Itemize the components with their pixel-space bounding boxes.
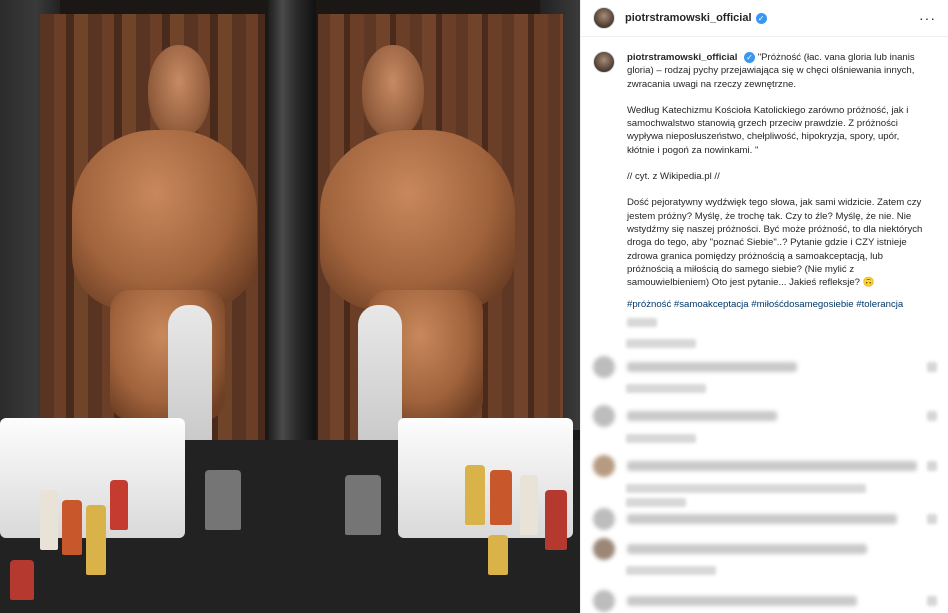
bottle [488,535,508,575]
blurred-meta [626,434,696,443]
comment-text-blurred [627,461,917,471]
comment-text-blurred [627,544,867,554]
comment-row [581,538,948,560]
blurred-timestamp [627,317,657,327]
person-torso [72,130,257,310]
commenter-avatar[interactable] [593,508,615,530]
caption: piotrstramowski_official ✓ "Próżność (ła… [581,37,948,333]
bottle [110,480,128,530]
bottle [62,500,82,555]
toothbrush-cup [205,470,241,530]
reflection-torso [320,130,515,310]
ellipsis-icon[interactable]: ··· [919,10,936,26]
bottle [40,490,58,550]
caption-avatar[interactable] [593,51,615,73]
verified-badge-icon: ✓ [744,51,756,63]
username-link[interactable]: piotrstramowski_official [625,12,752,24]
person-head [148,45,210,137]
heart-icon[interactable] [927,461,937,471]
comment-text-blurred [627,596,857,606]
comment-text-blurred [627,362,797,372]
blurred-meta [626,339,696,348]
blurred-meta [626,484,866,493]
bottle [86,505,106,575]
heart-icon[interactable] [927,596,937,606]
comment-text-blurred [627,411,777,421]
reflection-head [362,45,424,137]
comment-row [581,508,948,530]
heart-icon[interactable] [927,411,937,421]
commenter-avatar[interactable] [593,455,615,477]
post-photo[interactable] [0,0,580,613]
heart-icon[interactable] [927,514,937,524]
heart-icon[interactable] [927,362,937,372]
comment-row [581,405,948,427]
caption-paragraph: Dość pejoratywny wydźwięk tego słowa, ja… [627,197,923,289]
blurred-meta [626,566,716,575]
commenter-avatar[interactable] [593,405,615,427]
bottle [465,465,485,525]
toothbrush-cup [345,475,381,535]
blurred-meta [626,384,706,393]
comment-row [581,356,948,378]
commenter-avatar[interactable] [593,590,615,612]
hashtag-links[interactable]: #próżność #samoakceptacja #miłośćdosameg… [627,299,903,310]
bottle [10,560,34,600]
avatar[interactable] [593,7,615,29]
commenter-avatar[interactable] [593,356,615,378]
post-header: piotrstramowski_official ✓ ··· [581,0,948,37]
hashtags: #próżność #samoakceptacja #miłośćdosameg… [627,298,927,311]
bottle [545,490,567,550]
blurred-meta [626,498,686,507]
reflection-towel [358,305,402,445]
caption-body: piotrstramowski_official ✓ "Próżność (ła… [627,51,927,333]
caption-paragraph: // cyt. z Wikipedia.pl // [627,171,720,183]
caption-paragraph: Według Katechizmu Kościoła Katolickiego … [627,104,909,156]
commenter-avatar[interactable] [593,538,615,560]
comment-row [581,590,948,612]
comment-text-blurred [627,514,897,524]
bottle [490,470,512,525]
caption-username[interactable]: piotrstramowski_official [627,52,737,63]
comment-row [581,455,948,477]
caption-paragraph: piotrstramowski_official ✓ "Próżność (ła… [627,51,927,91]
bottle [520,475,538,535]
post-sidebar: piotrstramowski_official ✓ ··· piotrstra… [580,0,948,613]
verified-badge-icon: ✓ [755,12,767,24]
